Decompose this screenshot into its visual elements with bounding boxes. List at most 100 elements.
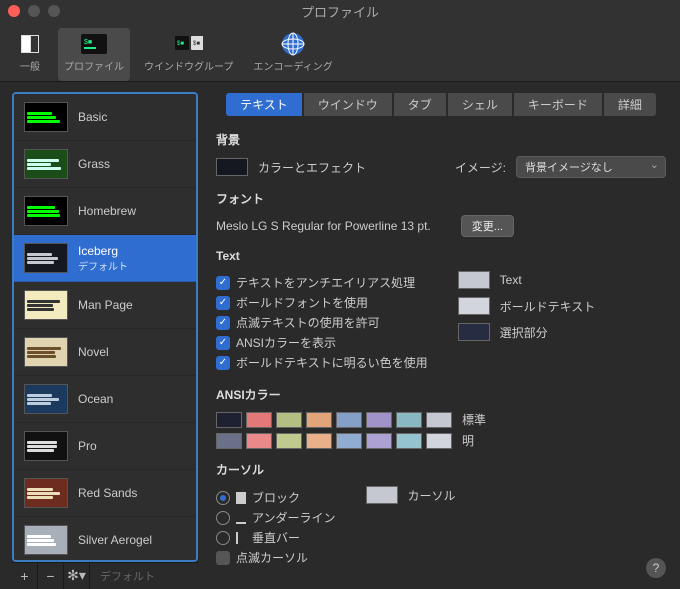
profile-item-red-sands[interactable]: Red Sands [14, 470, 196, 517]
profile-item-novel[interactable]: Novel [14, 329, 196, 376]
svg-text:$■: $■ [193, 41, 200, 47]
preferences-toolbar: 一般 $■ プロファイル $■ $■ ウインドウグループ エンコーディング [0, 22, 680, 82]
ansi-swatch[interactable] [426, 433, 452, 449]
tab-1[interactable]: ウインドウ [303, 92, 393, 117]
profile-item-basic[interactable]: Basic [14, 94, 196, 141]
profiles-icon: $■ [80, 32, 108, 56]
cursor-block-radio[interactable]: ブロック [216, 489, 336, 506]
cursor-section-label: カーソル [216, 461, 666, 478]
general-icon [16, 32, 44, 56]
svg-text:$■: $■ [84, 39, 92, 46]
toolbar-window-groups[interactable]: $■ $■ ウインドウグループ [138, 28, 239, 81]
antialias-checkbox[interactable]: ✓テキストをアンチエイリアス処理 [216, 274, 428, 291]
tab-4[interactable]: キーボード [513, 92, 603, 117]
tab-0[interactable]: テキスト [225, 92, 303, 117]
cursor-underline-radio[interactable]: アンダーライン [216, 509, 336, 526]
profile-item-man-page[interactable]: Man Page [14, 282, 196, 329]
ansi-swatch[interactable] [306, 433, 332, 449]
sidebar-footer: + − ✻▾ デフォルト [12, 562, 198, 588]
ansi-swatch[interactable] [396, 412, 422, 428]
background-section-label: 背景 [216, 131, 666, 148]
ansi-row-label: 標準 [462, 411, 486, 428]
change-font-button[interactable]: 変更... [461, 215, 514, 237]
svg-text:$■: $■ [177, 41, 184, 47]
profile-thumbnail [24, 243, 68, 273]
profile-list[interactable]: Basic Grass HomebrewIcebergデフォルトMan Page No… [12, 92, 198, 562]
bold-bright-checkbox[interactable]: ✓ボールドテキストに明るい色を使用 [216, 354, 428, 371]
encodings-icon [279, 32, 307, 56]
ansi-swatch[interactable] [216, 433, 242, 449]
toolbar-general[interactable]: 一般 [10, 28, 50, 81]
profile-item-pro[interactable]: Pro [14, 423, 196, 470]
text-section-label: Text [216, 249, 666, 263]
profile-thumbnail [24, 196, 68, 226]
ansi-colors-checkbox[interactable]: ✓ANSIカラーを表示 [216, 334, 428, 351]
window-groups-icon: $■ $■ [175, 32, 203, 56]
profile-actions-button[interactable]: ✻▾ [64, 563, 90, 589]
ansi-swatch[interactable] [366, 412, 392, 428]
ansi-swatch[interactable] [246, 412, 272, 428]
profile-name: Iceberg [78, 244, 128, 258]
ansi-swatch[interactable] [276, 433, 302, 449]
text-color-swatch[interactable] [458, 271, 490, 289]
profile-item-grass[interactable]: Grass [14, 141, 196, 188]
profile-thumbnail [24, 337, 68, 367]
ansi-swatch[interactable] [246, 433, 272, 449]
help-button[interactable]: ? [646, 558, 666, 578]
minimize-icon[interactable] [28, 5, 40, 17]
toolbar-encodings-label: エンコーディング [253, 58, 332, 73]
traffic-lights [8, 5, 60, 17]
add-profile-button[interactable]: + [12, 563, 38, 589]
profile-thumbnail [24, 431, 68, 461]
ansi-swatch[interactable] [336, 433, 362, 449]
bold-font-checkbox[interactable]: ✓ボールドフォントを使用 [216, 294, 428, 311]
main-panel: テキストウインドウタブシェルキーボード詳細 背景 カラーとエフェクト イメージ:… [198, 82, 680, 588]
profile-item-silver-aerogel[interactable]: Silver Aerogel [14, 517, 196, 562]
cursor-vbar-radio[interactable]: 垂直バー [216, 529, 336, 546]
remove-profile-button[interactable]: − [38, 563, 64, 589]
close-icon[interactable] [8, 5, 20, 17]
profile-item-iceberg[interactable]: Icebergデフォルト [14, 235, 196, 282]
ansi-swatch[interactable] [426, 412, 452, 428]
profile-thumbnail [24, 290, 68, 320]
ansi-bright-row: 明 [216, 432, 666, 449]
profile-item-ocean[interactable]: Ocean [14, 376, 196, 423]
ansi-swatch[interactable] [216, 412, 242, 428]
bold-text-color-swatch[interactable] [458, 297, 490, 315]
background-color-swatch[interactable] [216, 158, 248, 176]
ansi-swatch[interactable] [306, 412, 332, 428]
profile-name: Novel [78, 345, 109, 359]
toolbar-window-groups-label: ウインドウグループ [144, 58, 233, 73]
profile-name: Basic [78, 110, 107, 124]
ansi-swatch[interactable] [336, 412, 362, 428]
profile-item-homebrew[interactable]: Homebrew [14, 188, 196, 235]
zoom-icon[interactable] [48, 5, 60, 17]
selection-color-swatch[interactable] [458, 323, 490, 341]
cursor-blink-checkbox[interactable]: 点滅カーソル [216, 549, 336, 566]
profile-thumbnail [24, 478, 68, 508]
profile-thumbnail [24, 102, 68, 132]
color-effects-label: カラーとエフェクト [258, 159, 366, 176]
tab-3[interactable]: シェル [447, 92, 513, 117]
profile-name: Grass [78, 157, 110, 171]
tab-5[interactable]: 詳細 [603, 92, 657, 117]
default-button[interactable]: デフォルト [90, 568, 165, 584]
ansi-section-label: ANSIカラー [216, 386, 666, 403]
ansi-swatch[interactable] [396, 433, 422, 449]
settings-tabs: テキストウインドウタブシェルキーボード詳細 [216, 92, 666, 117]
background-image-select[interactable]: 背景イメージなし [516, 156, 666, 178]
profile-thumbnail [24, 525, 68, 555]
toolbar-encodings[interactable]: エンコーディング [247, 28, 338, 81]
image-label: イメージ: [455, 159, 506, 176]
blink-text-checkbox[interactable]: ✓点滅テキストの使用を許可 [216, 314, 428, 331]
ansi-swatch[interactable] [366, 433, 392, 449]
cursor-color-swatch[interactable] [366, 486, 398, 504]
titlebar: プロファイル [0, 0, 680, 22]
profile-name: Red Sands [78, 486, 137, 500]
ansi-standard-row: 標準 [216, 411, 666, 428]
tab-2[interactable]: タブ [393, 92, 447, 117]
toolbar-profiles[interactable]: $■ プロファイル [58, 28, 130, 81]
window-title: プロファイル [301, 2, 379, 21]
ansi-swatch[interactable] [276, 412, 302, 428]
toolbar-profiles-label: プロファイル [64, 58, 124, 73]
